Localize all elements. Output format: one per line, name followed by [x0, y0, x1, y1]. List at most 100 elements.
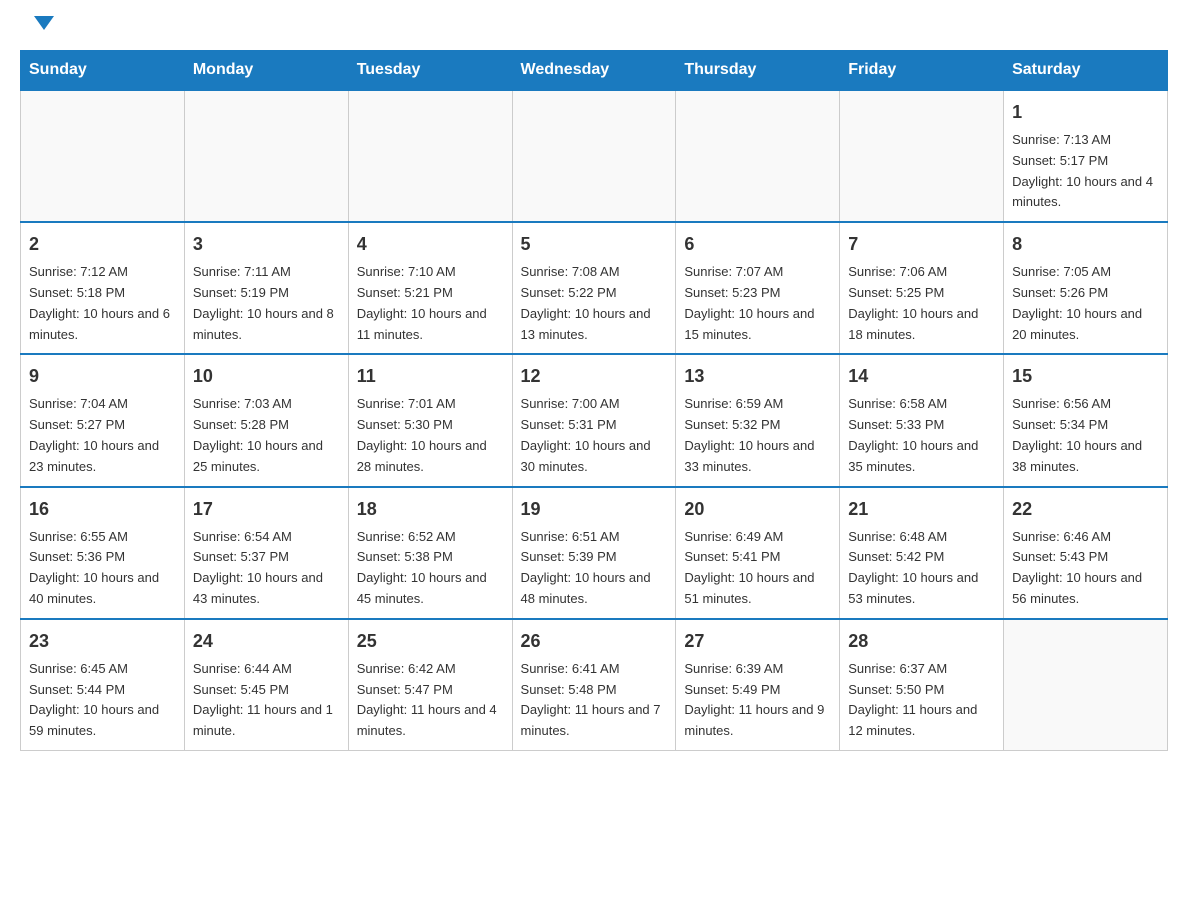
calendar-cell: 19 Sunrise: 6:51 AM Sunset: 5:39 PM Dayli…: [512, 487, 676, 619]
calendar-cell: 24 Sunrise: 6:44 AM Sunset: 5:45 PM Dayli…: [184, 619, 348, 751]
calendar-week-row: 2 Sunrise: 7:12 AM Sunset: 5:18 PM Daylig…: [21, 222, 1168, 354]
calendar-cell: 2 Sunrise: 7:12 AM Sunset: 5:18 PM Daylig…: [21, 222, 185, 354]
day-header-friday: Friday: [840, 51, 1004, 91]
day-number: 26: [521, 628, 668, 655]
logo: [30, 20, 54, 30]
day-info: Sunrise: 7:08 AM Sunset: 5:22 PM Dayligh…: [521, 262, 668, 345]
day-number: 7: [848, 231, 995, 258]
calendar-cell: 12 Sunrise: 7:00 AM Sunset: 5:31 PM Dayli…: [512, 354, 676, 486]
day-info: Sunrise: 6:51 AM Sunset: 5:39 PM Dayligh…: [521, 527, 668, 610]
day-number: 23: [29, 628, 176, 655]
calendar-week-row: 9 Sunrise: 7:04 AM Sunset: 5:27 PM Daylig…: [21, 354, 1168, 486]
day-number: 10: [193, 363, 340, 390]
calendar-cell: 14Sunrise: 6:58 AM Sunset: 5:33 PM Dayli…: [840, 354, 1004, 486]
day-info: Sunrise: 6:41 AM Sunset: 5:48 PM Dayligh…: [521, 659, 668, 742]
day-info: Sunrise: 7:00 AM Sunset: 5:31 PM Dayligh…: [521, 394, 668, 477]
day-number: 4: [357, 231, 504, 258]
day-number: 17: [193, 496, 340, 523]
day-info: Sunrise: 6:44 AM Sunset: 5:45 PM Dayligh…: [193, 659, 340, 742]
day-number: 18: [357, 496, 504, 523]
calendar-cell: [184, 90, 348, 222]
day-info: Sunrise: 6:37 AM Sunset: 5:50 PM Dayligh…: [848, 659, 995, 742]
calendar-cell: 1 Sunrise: 7:13 AM Sunset: 5:17 PM Daylig…: [1004, 90, 1168, 222]
logo-triangle-icon: [34, 16, 54, 30]
day-header-sunday: Sunday: [21, 51, 185, 91]
calendar-cell: 22 Sunrise: 6:46 AM Sunset: 5:43 PM Dayli…: [1004, 487, 1168, 619]
calendar-cell: 4Sunrise: 7:10 AM Sunset: 5:21 PM Daylig…: [348, 222, 512, 354]
calendar-cell: 3 Sunrise: 7:11 AM Sunset: 5:19 PM Daylig…: [184, 222, 348, 354]
day-number: 15: [1012, 363, 1159, 390]
day-info: Sunrise: 6:49 AM Sunset: 5:41 PM Dayligh…: [684, 527, 831, 610]
day-header-thursday: Thursday: [676, 51, 840, 91]
day-number: 6: [684, 231, 831, 258]
calendar-cell: [676, 90, 840, 222]
calendar-cell: 8 Sunrise: 7:05 AM Sunset: 5:26 PM Daylig…: [1004, 222, 1168, 354]
calendar-cell: 13 Sunrise: 6:59 AM Sunset: 5:32 PM Dayli…: [676, 354, 840, 486]
calendar-cell: 26 Sunrise: 6:41 AM Sunset: 5:48 PM Dayli…: [512, 619, 676, 751]
calendar-week-row: 1 Sunrise: 7:13 AM Sunset: 5:17 PM Daylig…: [21, 90, 1168, 222]
calendar-cell: 16 Sunrise: 6:55 AM Sunset: 5:36 PM Dayli…: [21, 487, 185, 619]
day-info: Sunrise: 7:06 AM Sunset: 5:25 PM Dayligh…: [848, 262, 995, 345]
day-number: 1: [1012, 99, 1159, 126]
calendar-cell: 17 Sunrise: 6:54 AM Sunset: 5:37 PM Dayli…: [184, 487, 348, 619]
calendar-cell: 9 Sunrise: 7:04 AM Sunset: 5:27 PM Daylig…: [21, 354, 185, 486]
day-info: Sunrise: 7:05 AM Sunset: 5:26 PM Dayligh…: [1012, 262, 1159, 345]
day-number: 22: [1012, 496, 1159, 523]
day-number: 13: [684, 363, 831, 390]
day-header-saturday: Saturday: [1004, 51, 1168, 91]
calendar-cell: 28 Sunrise: 6:37 AM Sunset: 5:50 PM Dayli…: [840, 619, 1004, 751]
calendar-cell: 11 Sunrise: 7:01 AM Sunset: 5:30 PM Dayli…: [348, 354, 512, 486]
day-info: Sunrise: 6:54 AM Sunset: 5:37 PM Dayligh…: [193, 527, 340, 610]
calendar-cell: [512, 90, 676, 222]
day-info: Sunrise: 6:55 AM Sunset: 5:36 PM Dayligh…: [29, 527, 176, 610]
day-header-monday: Monday: [184, 51, 348, 91]
day-info: Sunrise: 6:46 AM Sunset: 5:43 PM Dayligh…: [1012, 527, 1159, 610]
calendar-cell: 25 Sunrise: 6:42 AM Sunset: 5:47 PM Dayli…: [348, 619, 512, 751]
day-number: 19: [521, 496, 668, 523]
calendar-cell: [1004, 619, 1168, 751]
calendar-cell: 6 Sunrise: 7:07 AM Sunset: 5:23 PM Daylig…: [676, 222, 840, 354]
day-info: Sunrise: 7:11 AM Sunset: 5:19 PM Dayligh…: [193, 262, 340, 345]
day-info: Sunrise: 7:03 AM Sunset: 5:28 PM Dayligh…: [193, 394, 340, 477]
day-number: 8: [1012, 231, 1159, 258]
day-info: Sunrise: 7:04 AM Sunset: 5:27 PM Dayligh…: [29, 394, 176, 477]
calendar-cell: 27Sunrise: 6:39 AM Sunset: 5:49 PM Dayli…: [676, 619, 840, 751]
day-number: 3: [193, 231, 340, 258]
day-number: 11: [357, 363, 504, 390]
day-number: 9: [29, 363, 176, 390]
day-number: 25: [357, 628, 504, 655]
day-info: Sunrise: 6:42 AM Sunset: 5:47 PM Dayligh…: [357, 659, 504, 742]
page-header: [0, 0, 1188, 40]
day-number: 12: [521, 363, 668, 390]
day-info: Sunrise: 6:59 AM Sunset: 5:32 PM Dayligh…: [684, 394, 831, 477]
calendar-cell: 20 Sunrise: 6:49 AM Sunset: 5:41 PM Dayli…: [676, 487, 840, 619]
day-number: 20: [684, 496, 831, 523]
calendar-cell: 7 Sunrise: 7:06 AM Sunset: 5:25 PM Daylig…: [840, 222, 1004, 354]
calendar-week-row: 23 Sunrise: 6:45 AM Sunset: 5:44 PM Dayli…: [21, 619, 1168, 751]
calendar-cell: 18 Sunrise: 6:52 AM Sunset: 5:38 PM Dayli…: [348, 487, 512, 619]
day-header-tuesday: Tuesday: [348, 51, 512, 91]
day-info: Sunrise: 6:58 AM Sunset: 5:33 PM Dayligh…: [848, 394, 995, 477]
calendar-header-row: SundayMondayTuesdayWednesdayThursdayFrid…: [21, 51, 1168, 91]
day-header-wednesday: Wednesday: [512, 51, 676, 91]
calendar-cell: 15 Sunrise: 6:56 AM Sunset: 5:34 PM Dayli…: [1004, 354, 1168, 486]
day-number: 28: [848, 628, 995, 655]
day-info: Sunrise: 6:39 AM Sunset: 5:49 PM Dayligh…: [684, 659, 831, 742]
calendar-cell: 23 Sunrise: 6:45 AM Sunset: 5:44 PM Dayli…: [21, 619, 185, 751]
day-info: Sunrise: 7:12 AM Sunset: 5:18 PM Dayligh…: [29, 262, 176, 345]
calendar-week-row: 16 Sunrise: 6:55 AM Sunset: 5:36 PM Dayli…: [21, 487, 1168, 619]
calendar-cell: 10 Sunrise: 7:03 AM Sunset: 5:28 PM Dayli…: [184, 354, 348, 486]
day-info: Sunrise: 6:52 AM Sunset: 5:38 PM Dayligh…: [357, 527, 504, 610]
day-info: Sunrise: 7:07 AM Sunset: 5:23 PM Dayligh…: [684, 262, 831, 345]
day-number: 2: [29, 231, 176, 258]
day-info: Sunrise: 7:01 AM Sunset: 5:30 PM Dayligh…: [357, 394, 504, 477]
day-number: 21: [848, 496, 995, 523]
calendar-cell: [840, 90, 1004, 222]
calendar-cell: [21, 90, 185, 222]
day-number: 24: [193, 628, 340, 655]
day-info: Sunrise: 6:45 AM Sunset: 5:44 PM Dayligh…: [29, 659, 176, 742]
calendar-table: SundayMondayTuesdayWednesdayThursdayFrid…: [20, 50, 1168, 751]
day-info: Sunrise: 7:13 AM Sunset: 5:17 PM Dayligh…: [1012, 130, 1159, 213]
day-info: Sunrise: 6:56 AM Sunset: 5:34 PM Dayligh…: [1012, 394, 1159, 477]
day-number: 16: [29, 496, 176, 523]
